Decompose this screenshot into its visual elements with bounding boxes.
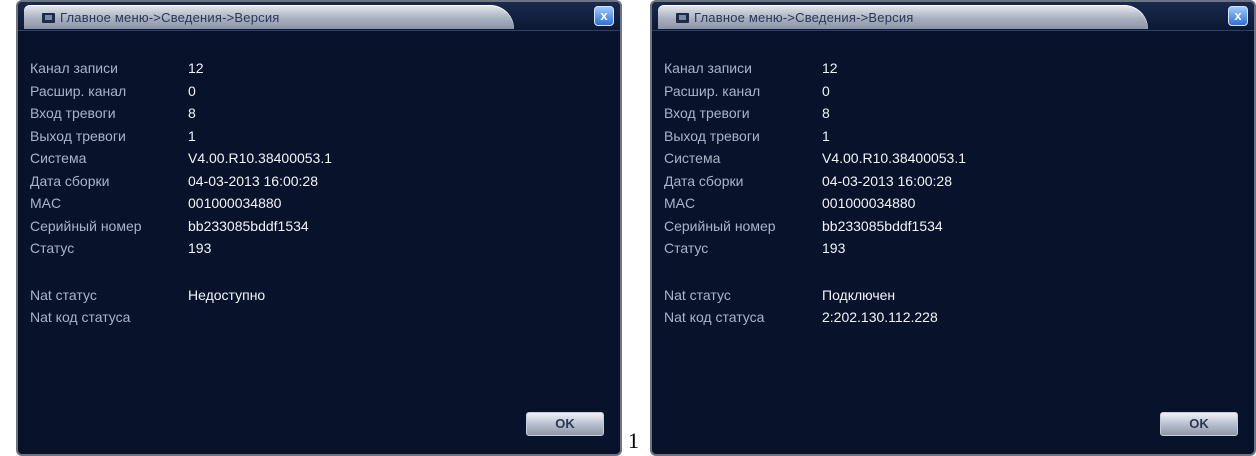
nat-code-label: Nat код статуса [664, 309, 765, 325]
ok-button[interactable]: OK [1160, 412, 1238, 436]
nat-status-label: Nat статус [30, 286, 97, 303]
alarm-in-value: 8 [188, 105, 196, 121]
serial-label: Серийный номер [30, 217, 142, 234]
close-icon[interactable]: x [594, 6, 614, 26]
status-label: Статус [30, 240, 75, 256]
serial-label: Серийный номер [664, 217, 776, 234]
alarm-in-label: Вход тревоги [664, 105, 750, 121]
mac-label: MAC [664, 195, 696, 211]
extra-channel-label: Расшир. канал [30, 82, 127, 99]
serial-value: bb233085bddf1534 [188, 217, 309, 234]
mac-label: MAC [30, 195, 62, 211]
window-icon [676, 13, 689, 23]
build-date-label: Дата сборки [30, 172, 110, 189]
record-channel-label: Канал записи [30, 60, 118, 76]
nat-code-value: 2:202.130.112.228 [822, 309, 938, 325]
status-value: 193 [822, 240, 846, 256]
close-icon[interactable]: x [1228, 6, 1248, 26]
figure-number: 1 [628, 428, 639, 453]
build-date-value: 04-03-2013 16:00:28 [822, 172, 952, 189]
title-tab: Главное меню->Сведения->Версия [24, 5, 514, 29]
alarm-in-value: 8 [822, 105, 830, 121]
nat-status-label: Nat статус [664, 286, 731, 303]
extra-channel-value: 0 [822, 82, 830, 99]
nat-code-label: Nat код статуса [30, 309, 131, 325]
ok-button[interactable]: OK [526, 412, 604, 436]
title-bar: Главное меню->Сведения->Версия x [652, 2, 1254, 31]
title-bar: Главное меню->Сведения->Версия x [18, 2, 620, 31]
alarm-in-label: Вход тревоги [30, 105, 116, 121]
extra-channel-label: Расшир. канал [664, 82, 761, 99]
title-tab: Главное меню->Сведения->Версия [658, 5, 1148, 29]
record-channel-value: 12 [822, 60, 838, 76]
alarm-out-label: Выход тревоги [30, 127, 126, 144]
window-title: Главное меню->Сведения->Версия [694, 10, 914, 25]
system-value: V4.00.R10.38400053.1 [188, 150, 333, 166]
alarm-out-value: 1 [188, 127, 196, 144]
mac-value: 001000034880 [188, 195, 282, 211]
status-value: 193 [188, 240, 212, 256]
system-value: V4.00.R10.38400053.1 [822, 150, 967, 166]
system-label: Система [664, 150, 721, 166]
alarm-out-value: 1 [822, 127, 830, 144]
build-date-label: Дата сборки [664, 172, 744, 189]
record-channel-label: Канал записи [664, 60, 752, 76]
build-date-value: 04-03-2013 16:00:28 [188, 172, 318, 189]
mac-value: 001000034880 [822, 195, 916, 211]
serial-value: bb233085bddf1534 [822, 217, 943, 234]
nat-status-value: Подключен [822, 286, 896, 303]
version-window-right: Главное меню->Сведения->Версия x Канал з… [650, 0, 1256, 456]
nat-status-value: Недоступно [188, 286, 266, 303]
record-channel-value: 12 [188, 60, 204, 76]
window-icon [42, 13, 55, 23]
status-label: Статус [664, 240, 709, 256]
extra-channel-value: 0 [188, 82, 196, 99]
version-window-left: Главное меню->Сведения->Версия x Канал з… [16, 0, 622, 456]
screenshot-stage: Главное меню->Сведения->Версия x Канал з… [0, 0, 1256, 456]
alarm-out-label: Выход тревоги [664, 127, 760, 144]
window-title: Главное меню->Сведения->Версия [60, 10, 280, 25]
system-label: Система [30, 150, 87, 166]
